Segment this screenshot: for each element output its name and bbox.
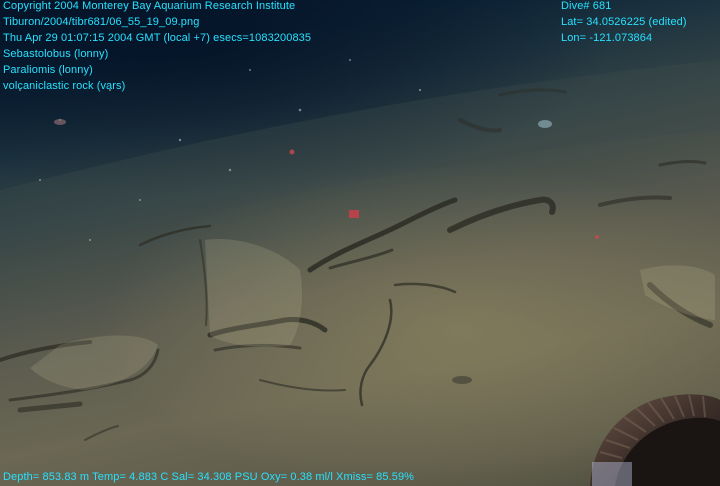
dive-number: Dive# 681: [561, 0, 612, 12]
fish-paraliomis: [54, 119, 66, 125]
image-path-line: Tiburon/2004/tibr681/06_55_19_09.png: [3, 16, 200, 28]
overlay-sensor-readout: Depth= 853.83 m Temp= 4.883 C Sal= 34.30…: [3, 471, 415, 483]
sampling-hose-icon: [590, 394, 720, 486]
latitude: Lat= 34.0526225 (edited): [561, 16, 687, 28]
sediment-pebble: [452, 376, 472, 384]
rock-slab-highlights: [30, 239, 715, 390]
video-frame: Copyright 2004 Monterey Bay Aquarium Res…: [0, 0, 720, 486]
longitude: Lon= -121.073864: [561, 32, 653, 44]
red-particle: [289, 149, 295, 155]
overlay-top-right: Dive# 681 Lat= 34.0526225 (edited) Lon= …: [561, 0, 687, 46]
annotation-line: Paraliomis (lonny): [3, 64, 93, 76]
pale-organism: [538, 120, 552, 128]
overlay-top-left: Copyright 2004 Monterey Bay Aquarium Res…: [3, 0, 311, 94]
red-particle: [595, 235, 599, 239]
red-organism-sebastolobus: [349, 210, 359, 218]
copyright-line: Copyright 2004 Monterey Bay Aquarium Res…: [3, 0, 296, 12]
timestamp-line: Thu Apr 29 01:07:15 2004 GMT (local +7) …: [3, 32, 312, 44]
annotation-line: Sebastolobus (lonny): [3, 48, 109, 60]
annotation-line: volcaniclastic rock (vars): [3, 80, 126, 92]
